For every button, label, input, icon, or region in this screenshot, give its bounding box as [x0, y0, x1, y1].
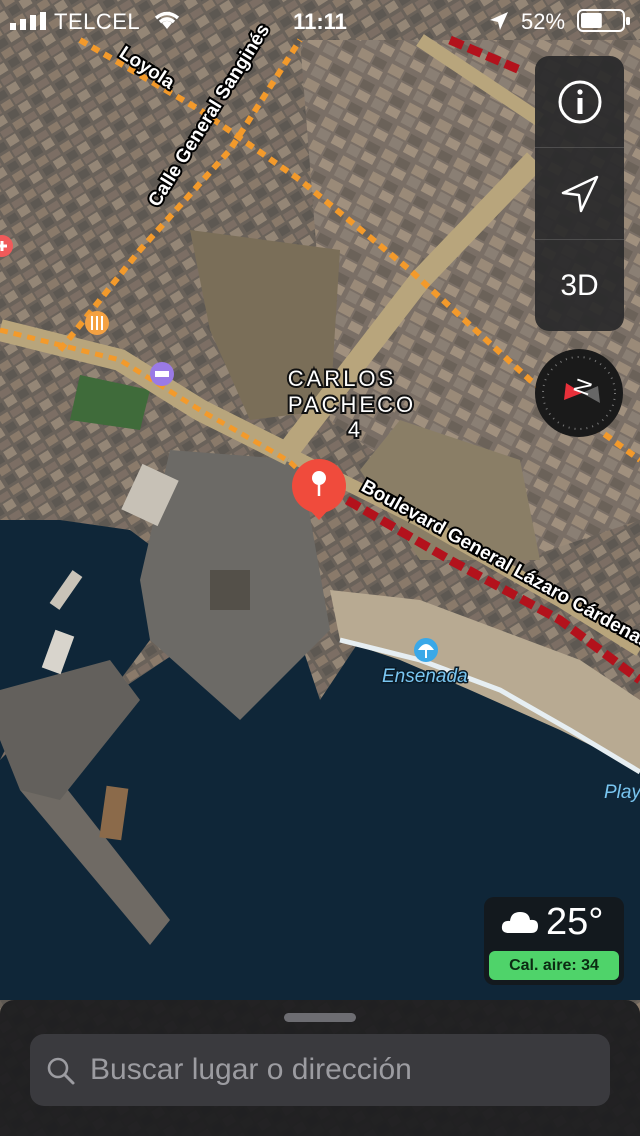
search-sheet[interactable]: Buscar lugar o dirección	[0, 1000, 640, 1136]
3d-toggle-button[interactable]: 3D	[535, 240, 624, 331]
search-placeholder: Buscar lugar o dirección	[90, 1053, 412, 1086]
map-controls: 3D	[535, 56, 624, 331]
cloud-icon	[501, 912, 538, 933]
battery-percent: 52%	[521, 9, 566, 34]
neighborhood-label-line1: CARLOS	[288, 366, 396, 391]
locate-me-button[interactable]	[535, 148, 624, 239]
neighborhood-label-line3: 4	[348, 417, 360, 442]
restaurant-icon[interactable]	[85, 311, 109, 335]
place-label-playa[interactable]: Play	[604, 782, 640, 803]
3d-label: 3D	[560, 268, 599, 302]
sheet-grabber[interactable]	[284, 1013, 356, 1022]
beach-umbrella-icon[interactable]	[414, 638, 438, 662]
air-quality-badge: Cal. aire: 34	[489, 951, 619, 980]
neighborhood-label-line2: PACHECO	[288, 392, 416, 417]
search-icon	[47, 1057, 75, 1085]
status-bar: TELCEL 11:11 52%	[0, 0, 640, 40]
hotel-icon[interactable]	[150, 362, 174, 386]
location-arrow-icon	[490, 12, 508, 30]
info-button[interactable]	[535, 56, 624, 147]
search-field[interactable]: Buscar lugar o dirección	[30, 1034, 610, 1106]
compass-icon[interactable]: N	[534, 348, 624, 438]
weather-widget[interactable]: 25° Cal. aire: 34	[484, 897, 624, 985]
temperature: 25°	[546, 901, 604, 943]
place-label-ensenada[interactable]: Ensenada	[381, 665, 470, 689]
battery-icon	[577, 9, 630, 32]
location-arrow-icon	[561, 175, 598, 212]
info-icon	[558, 80, 601, 123]
